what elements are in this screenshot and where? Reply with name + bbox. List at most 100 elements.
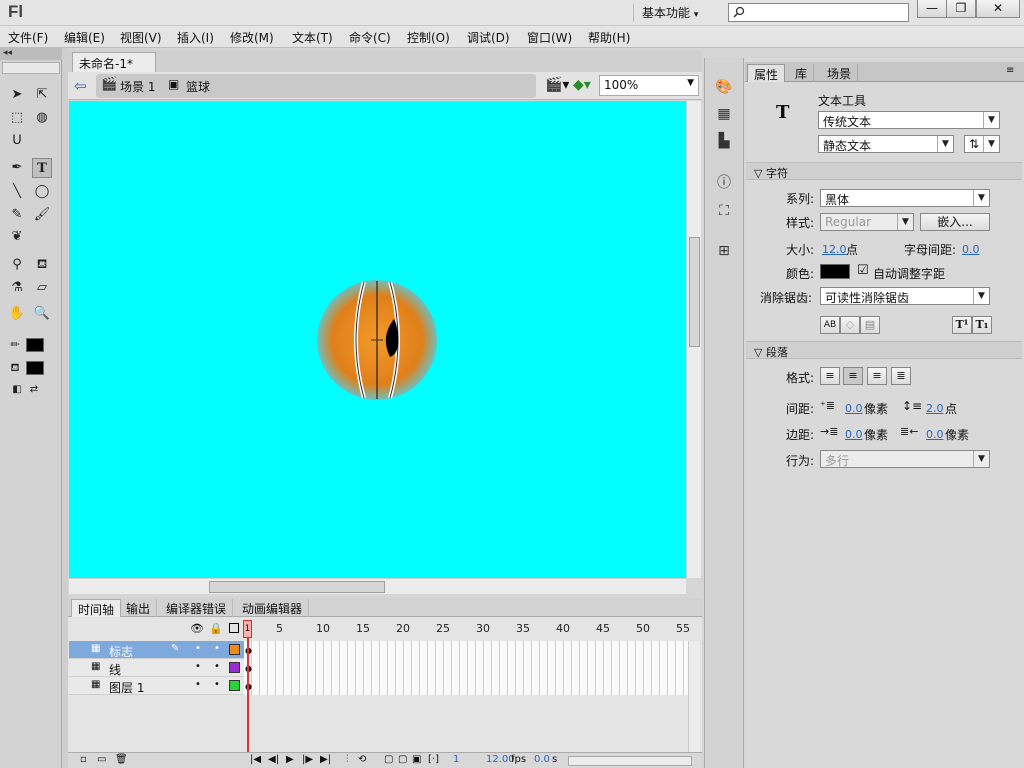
center-frame-icon[interactable]: ⫶ [346, 754, 349, 765]
menu-modify[interactable]: 修改(M) [230, 29, 274, 46]
playhead-handle[interactable]: 1 [243, 620, 252, 638]
tools-panel-collapse-icon[interactable]: ◂◂ [0, 48, 62, 60]
basketball-graphic[interactable] [316, 279, 438, 401]
show-hide-all-icon[interactable]: 👁 [190, 622, 204, 635]
indent-value[interactable]: 0.0 [845, 402, 863, 415]
menu-view[interactable]: 视图(V) [120, 29, 162, 46]
behavior-select[interactable]: 多行 ▼ [820, 450, 990, 468]
outline-all-icon[interactable] [229, 623, 239, 633]
eyedropper-tool-icon[interactable]: ⚗ [7, 278, 27, 298]
show-border-icon[interactable]: ▤ [860, 316, 880, 334]
character-section-header[interactable]: ▽ 字符 [746, 162, 1022, 180]
menu-commands[interactable]: 命令(C) [349, 29, 391, 46]
brush-tool-icon[interactable]: 🖌 [32, 205, 52, 225]
layer-row[interactable]: ▦ 图层 1 • • [69, 677, 244, 695]
components-panel-icon[interactable]: ⊞ [713, 240, 735, 262]
horizontal-scroll-thumb[interactable] [209, 581, 385, 593]
swap-colors-icon[interactable]: ⇄ [24, 380, 44, 400]
embed-button[interactable]: 嵌入... [920, 213, 990, 231]
auto-kern-checkbox[interactable]: ☑ [857, 263, 869, 278]
back-arrow-icon[interactable]: ⇦ [74, 77, 87, 95]
align-right-icon[interactable]: ≡ [867, 367, 887, 385]
text-color-swatch[interactable] [820, 264, 850, 279]
paint-bucket-tool-icon[interactable]: ⛾ [32, 255, 52, 275]
lock-dot[interactable]: • [214, 679, 220, 690]
align-left-icon[interactable]: ≡ [820, 367, 840, 385]
line-tool-icon[interactable]: ╲ [7, 182, 27, 202]
tab-properties[interactable]: 属性 [747, 64, 786, 82]
free-transform-tool-icon[interactable]: ⬚ [7, 108, 27, 128]
breadcrumb-scene[interactable]: 场景 1 [120, 78, 155, 95]
fill-color-swatch[interactable] [26, 361, 44, 375]
modify-markers-icon[interactable]: [·] [428, 754, 439, 765]
line-spacing-value[interactable]: 2.0 [926, 402, 944, 415]
playhead[interactable] [247, 620, 249, 768]
step-forward-icon[interactable]: |▶ [302, 754, 313, 765]
edit-multiple-frames-icon[interactable]: ▣ [412, 754, 421, 765]
justify-icon[interactable]: ≣ [891, 367, 911, 385]
play-icon[interactable]: ▶ [286, 754, 294, 765]
oval-tool-icon[interactable]: ◯ [32, 182, 52, 202]
transform-panel-icon[interactable]: ⛶ [713, 200, 735, 222]
deco-tool-icon[interactable]: ❦ [7, 227, 27, 247]
tab-timeline[interactable]: 时间轴 [71, 599, 122, 617]
text-type-select[interactable]: 静态文本 ▼ [818, 135, 954, 153]
align-panel-icon[interactable]: ▙ [713, 130, 735, 152]
left-margin-value[interactable]: 0.0 [845, 428, 863, 441]
new-folder-icon[interactable]: ▭ [97, 754, 106, 765]
3d-rotation-tool-icon[interactable]: ◍ [32, 108, 52, 128]
last-frame-icon[interactable]: ▶| [320, 754, 331, 765]
step-back-icon[interactable]: ◀| [268, 754, 279, 765]
letter-spacing-value[interactable]: 0.0 [962, 243, 980, 256]
stage-horizontal-scrollbar[interactable] [69, 578, 686, 594]
text-orientation-select[interactable]: ⇅ ▼ [964, 135, 1000, 153]
zoom-select[interactable]: 100% ▼ [599, 75, 699, 96]
antialias-select[interactable]: 可读性消除锯齿 ▼ [820, 287, 990, 305]
text-engine-select[interactable]: 传统文本 ▼ [818, 111, 1000, 129]
onion-outline-icon[interactable]: ▢ [398, 754, 407, 765]
visibility-dot[interactable]: • [195, 679, 201, 690]
info-panel-icon[interactable]: ⓘ [713, 172, 735, 194]
stroke-color-swatch[interactable] [26, 338, 44, 352]
tools-panel-grip[interactable] [2, 62, 60, 74]
font-style-select[interactable]: Regular ▼ [820, 213, 914, 231]
eraser-tool-icon[interactable]: ▱ [32, 278, 52, 298]
menu-insert[interactable]: 插入(I) [177, 29, 214, 46]
pen-tool-icon[interactable]: ✒ [7, 158, 27, 178]
menu-text[interactable]: 文本(T) [292, 29, 333, 46]
zoom-tool-icon[interactable]: 🔍 [32, 304, 52, 324]
timeline-horizontal-scrollbar[interactable] [568, 756, 692, 766]
visibility-dot[interactable]: • [195, 661, 201, 672]
menu-help[interactable]: 帮助(H) [588, 29, 630, 46]
visibility-dot[interactable]: • [195, 643, 201, 654]
stage-vertical-scrollbar[interactable] [686, 101, 701, 578]
layer-row[interactable]: ▦ 标志 ✎ • • [69, 641, 244, 659]
workspace-switcher[interactable]: 基本功能 ▾ [633, 4, 713, 22]
close-window-button[interactable]: ✕ [976, 0, 1020, 18]
selectable-text-icon[interactable]: AB [820, 316, 840, 334]
align-center-icon[interactable]: ≡ [843, 367, 863, 385]
frame-grid[interactable] [244, 641, 688, 695]
font-family-select[interactable]: 黑体 ▼ [820, 189, 990, 207]
tab-scene[interactable]: 场景 [821, 64, 859, 82]
menu-debug[interactable]: 调试(D) [467, 29, 510, 46]
vertical-scroll-thumb[interactable] [689, 237, 700, 347]
text-tool-icon[interactable]: T [32, 158, 52, 178]
swatches-panel-icon[interactable]: ▦ [713, 103, 735, 125]
menu-file[interactable]: 文件(F) [8, 29, 48, 46]
color-panel-icon[interactable]: 🎨 [713, 76, 735, 98]
edit-symbols-icon[interactable]: ◆▾ [573, 77, 591, 93]
menu-edit[interactable]: 编辑(E) [64, 29, 105, 46]
layer-outline-color[interactable] [229, 644, 240, 655]
pencil-tool-icon[interactable]: ✎ [7, 205, 27, 225]
layer-outline-color[interactable] [229, 680, 240, 691]
tab-library[interactable]: 库 [789, 64, 815, 82]
timeline-vertical-scrollbar[interactable] [688, 641, 700, 752]
delete-layer-icon[interactable]: 🗑 [115, 754, 128, 765]
layer-outline-color[interactable] [229, 662, 240, 673]
render-html-icon[interactable]: ◇ [840, 316, 860, 334]
menu-window[interactable]: 窗口(W) [527, 29, 572, 46]
right-margin-value[interactable]: 0.0 [926, 428, 944, 441]
tab-motion-editor[interactable]: 动画编辑器 [236, 599, 310, 617]
layer-row[interactable]: ▦ 线 • • [69, 659, 244, 677]
